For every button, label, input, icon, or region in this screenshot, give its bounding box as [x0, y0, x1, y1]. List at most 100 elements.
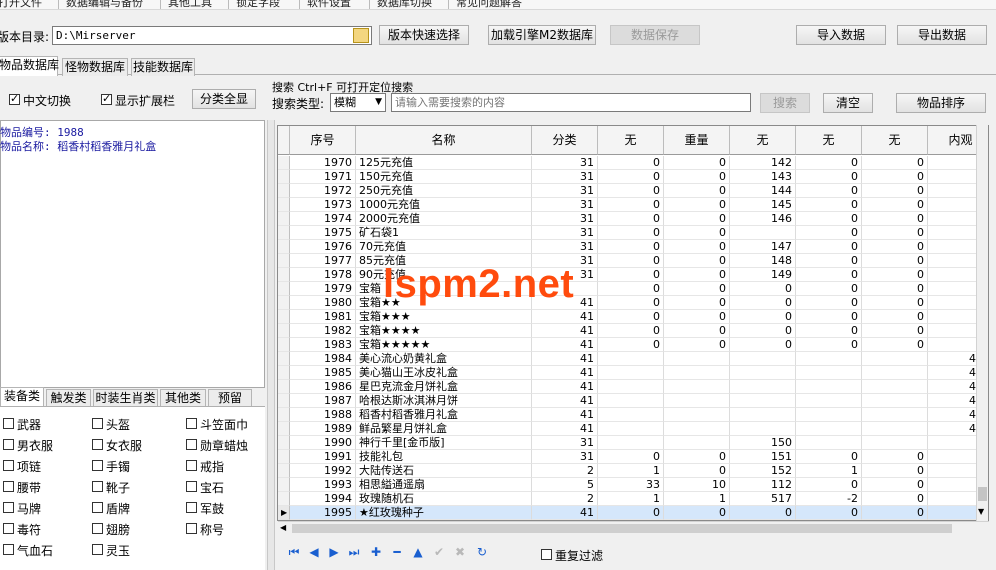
table-cell[interactable] [796, 366, 862, 380]
table-row[interactable]: 197670元充值31001470010 [278, 240, 988, 254]
table-row[interactable]: 1989鲜品繁星月饼礼盒41407 [278, 422, 988, 436]
table-cell[interactable] [598, 394, 664, 408]
category-checkbox[interactable] [92, 439, 103, 450]
table-cell[interactable]: 70元充值 [356, 240, 532, 254]
row-indicator[interactable] [278, 226, 290, 240]
table-cell[interactable]: 0 [862, 156, 928, 170]
table-cell[interactable]: 0 [862, 464, 928, 478]
table-cell[interactable]: 1989 [290, 422, 356, 436]
table-cell[interactable]: 0 [598, 450, 664, 464]
table-cell[interactable]: 0 [796, 226, 862, 240]
tab-skill-db[interactable]: 技能数据库 [131, 58, 195, 76]
table-cell[interactable]: 矿石袋1 [356, 226, 532, 240]
table-cell[interactable]: 1980 [290, 296, 356, 310]
table-cell[interactable]: 2000元充值 [356, 212, 532, 226]
table-cell[interactable] [598, 366, 664, 380]
table-cell[interactable]: 144 [730, 184, 796, 198]
menu-item-5[interactable]: 数据库切换 [377, 0, 432, 9]
table-cell[interactable] [796, 380, 862, 394]
table-cell[interactable] [796, 422, 862, 436]
category-tab-4[interactable]: 预留 [208, 389, 252, 407]
table-cell[interactable]: 149 [730, 268, 796, 282]
table-cell[interactable]: 0 [598, 506, 664, 520]
menu-item-1[interactable]: 数据编辑与备份 [66, 0, 143, 9]
table-cell[interactable]: 0 [862, 324, 928, 338]
table-cell[interactable] [862, 422, 928, 436]
table-cell[interactable]: 0 [598, 226, 664, 240]
table-row[interactable]: 1992大陆传送石210152109 [278, 464, 988, 478]
table-cell[interactable]: 31 [532, 436, 598, 450]
search-input[interactable] [391, 93, 751, 112]
table-cell[interactable] [598, 352, 664, 366]
table-cell[interactable]: 1987 [290, 394, 356, 408]
table-cell[interactable]: 517 [730, 492, 796, 506]
table-cell[interactable] [664, 408, 730, 422]
table-cell[interactable]: 1995 [290, 506, 356, 520]
table-cell[interactable]: 0 [862, 506, 928, 520]
table-row[interactable]: 1988稻香村稻香雅月礼盒41407 [278, 408, 988, 422]
table-cell[interactable] [598, 408, 664, 422]
table-cell[interactable]: 0 [862, 170, 928, 184]
row-indicator[interactable] [278, 408, 290, 422]
vertical-scrollbar[interactable]: ▼ [976, 125, 988, 521]
table-cell[interactable]: 125元充值 [356, 156, 532, 170]
table-cell[interactable]: 41 [532, 380, 598, 394]
table-row[interactable]: 1982宝箱★★★★41000008 [278, 324, 988, 338]
row-indicator[interactable] [278, 268, 290, 282]
category-checkbox[interactable] [92, 418, 103, 429]
table-cell[interactable]: 0 [664, 282, 730, 296]
item-table[interactable]: 序号名称分类无重量无无无内观1970125元充值3100142001019711… [277, 125, 989, 521]
table-cell[interactable] [796, 408, 862, 422]
table-cell[interactable]: 0 [664, 240, 730, 254]
row-indicator[interactable] [278, 380, 290, 394]
table-cell[interactable]: 0 [862, 492, 928, 506]
table-cell[interactable]: 148 [730, 254, 796, 268]
table-cell[interactable] [730, 380, 796, 394]
row-indicator[interactable] [278, 478, 290, 492]
table-cell[interactable] [862, 352, 928, 366]
table-cell[interactable]: 41 [532, 366, 598, 380]
table-cell[interactable]: 美心猫山王冰皮礼盒 [356, 366, 532, 380]
row-indicator[interactable] [278, 282, 290, 296]
table-cell[interactable] [598, 436, 664, 450]
table-cell[interactable]: 147 [730, 240, 796, 254]
table-cell[interactable] [862, 366, 928, 380]
table-cell[interactable]: 2 [532, 464, 598, 478]
chevron-left-icon[interactable]: ◀ [280, 523, 286, 532]
table-cell[interactable]: 相思縊通遥扇 [356, 478, 532, 492]
refresh-icon[interactable]: ↻ [475, 545, 489, 559]
table-cell[interactable]: 1974 [290, 212, 356, 226]
table-cell[interactable]: 0 [796, 338, 862, 352]
category-checkbox[interactable] [92, 460, 103, 471]
table-cell[interactable] [664, 380, 730, 394]
row-indicator[interactable] [278, 254, 290, 268]
column-header[interactable]: 分类 [532, 126, 598, 155]
table-cell[interactable] [862, 394, 928, 408]
table-cell[interactable]: 0 [862, 310, 928, 324]
chinese-toggle-checkbox[interactable] [9, 92, 20, 105]
table-cell[interactable] [796, 394, 862, 408]
table-cell[interactable]: 0 [664, 226, 730, 240]
table-cell[interactable]: 0 [796, 212, 862, 226]
category-checkbox[interactable] [3, 523, 14, 534]
scroll-thumb[interactable] [978, 487, 987, 501]
table-row[interactable]: 1985美心猫山王冰皮礼盒41407 [278, 366, 988, 380]
table-cell[interactable]: 0 [598, 338, 664, 352]
table-cell[interactable]: 0 [796, 324, 862, 338]
table-cell[interactable]: 0 [796, 282, 862, 296]
table-row[interactable]: 19742000元充值31001460010 [278, 212, 988, 226]
table-cell[interactable] [730, 408, 796, 422]
table-cell[interactable]: 1993 [290, 478, 356, 492]
table-cell[interactable]: 技能礼包 [356, 450, 532, 464]
table-cell[interactable] [730, 422, 796, 436]
table-cell[interactable]: 143 [730, 170, 796, 184]
class-all-button[interactable]: 分类全显 [192, 89, 256, 109]
row-indicator[interactable] [278, 352, 290, 366]
table-cell[interactable]: 宝箱★★★★★ [356, 338, 532, 352]
table-cell[interactable]: 151 [730, 450, 796, 464]
table-cell[interactable]: 0 [862, 478, 928, 492]
category-checkbox[interactable] [186, 439, 197, 450]
search-type-select[interactable]: 模糊 ▼ [330, 93, 386, 112]
table-cell[interactable]: 0 [862, 338, 928, 352]
table-cell[interactable]: 星巴克流金月饼礼盒 [356, 380, 532, 394]
